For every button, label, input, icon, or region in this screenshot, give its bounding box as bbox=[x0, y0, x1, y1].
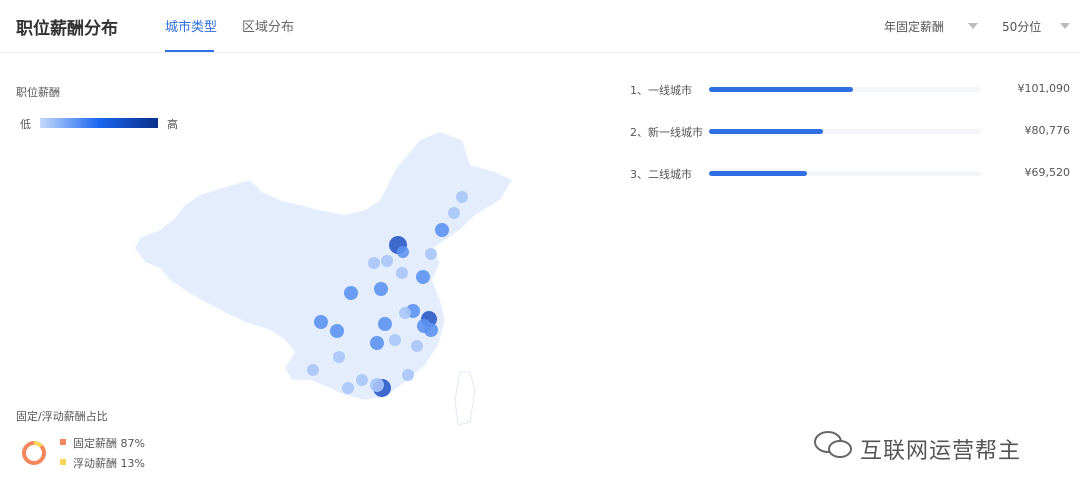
chevron-down-icon[interactable] bbox=[968, 23, 978, 29]
ranking-value: ¥80,776 bbox=[1024, 124, 1071, 137]
ranking-label: 1、一线城市 bbox=[630, 84, 692, 97]
ranking-bar-track bbox=[709, 129, 981, 134]
ranking-label: 3、二线城市 bbox=[630, 168, 692, 181]
ranking-row: 1、一线城市 ¥101,090 bbox=[630, 82, 1071, 97]
ratio-donut bbox=[22, 441, 46, 465]
ranking-label: 2、新一线城市 bbox=[630, 126, 703, 139]
percentile-select[interactable]: 50分位 bbox=[1002, 18, 1041, 35]
city-bubble[interactable] bbox=[381, 255, 393, 267]
salary-type-select[interactable]: 年固定薪酬 bbox=[884, 18, 944, 35]
city-bubble[interactable] bbox=[378, 317, 392, 331]
legend-float-swatch bbox=[60, 459, 66, 465]
city-bubble[interactable] bbox=[333, 351, 345, 363]
city-bubble[interactable] bbox=[368, 257, 380, 269]
city-bubble[interactable] bbox=[411, 340, 423, 352]
city-bubble[interactable] bbox=[399, 307, 411, 319]
wechat-icon bbox=[814, 431, 852, 458]
city-bubble[interactable] bbox=[370, 336, 384, 350]
city-bubble[interactable] bbox=[374, 282, 388, 296]
city-bubble[interactable] bbox=[307, 364, 319, 376]
ranking-bar-fill bbox=[709, 129, 824, 134]
china-outline bbox=[134, 131, 513, 401]
city-bubble[interactable] bbox=[389, 334, 401, 346]
city-bubble[interactable] bbox=[416, 270, 430, 284]
legend-fixed: 固定薪酬 87% bbox=[73, 437, 145, 450]
ranking-bar-fill bbox=[709, 171, 807, 176]
watermark: 互联网运营帮主 bbox=[860, 439, 1022, 464]
ratio-title: 固定/浮动薪酬占比 bbox=[16, 410, 108, 423]
ranking-row: 3、二线城市 ¥69,520 bbox=[630, 166, 1071, 181]
ranking-bar-fill bbox=[709, 87, 854, 92]
city-bubble[interactable] bbox=[402, 369, 414, 381]
ranking-bar-track bbox=[709, 171, 981, 176]
city-bubble[interactable] bbox=[435, 223, 449, 237]
city-bubble[interactable] bbox=[424, 323, 438, 337]
ranking-value: ¥101,090 bbox=[1017, 82, 1071, 95]
city-bubble[interactable] bbox=[356, 374, 368, 386]
city-bubble[interactable] bbox=[370, 378, 384, 392]
city-bubble[interactable] bbox=[344, 286, 358, 300]
city-bubble[interactable] bbox=[396, 267, 408, 279]
legend-fixed-swatch bbox=[60, 439, 66, 445]
ranking-row: 2、新一线城市 ¥80,776 bbox=[630, 124, 1071, 139]
ranking-bar-track bbox=[709, 87, 981, 92]
city-bubble[interactable] bbox=[330, 324, 344, 338]
chevron-down-icon[interactable] bbox=[1060, 23, 1070, 29]
south-sea-inset bbox=[454, 371, 476, 426]
ranking-value: ¥69,520 bbox=[1024, 166, 1071, 179]
city-bubble[interactable] bbox=[314, 315, 328, 329]
legend-float: 浮动薪酬 13% bbox=[73, 457, 145, 470]
city-bubble[interactable] bbox=[448, 207, 460, 219]
city-bubble[interactable] bbox=[456, 191, 468, 203]
city-bubble[interactable] bbox=[397, 246, 409, 258]
city-bubble[interactable] bbox=[425, 248, 437, 260]
city-bubble[interactable] bbox=[342, 382, 354, 394]
